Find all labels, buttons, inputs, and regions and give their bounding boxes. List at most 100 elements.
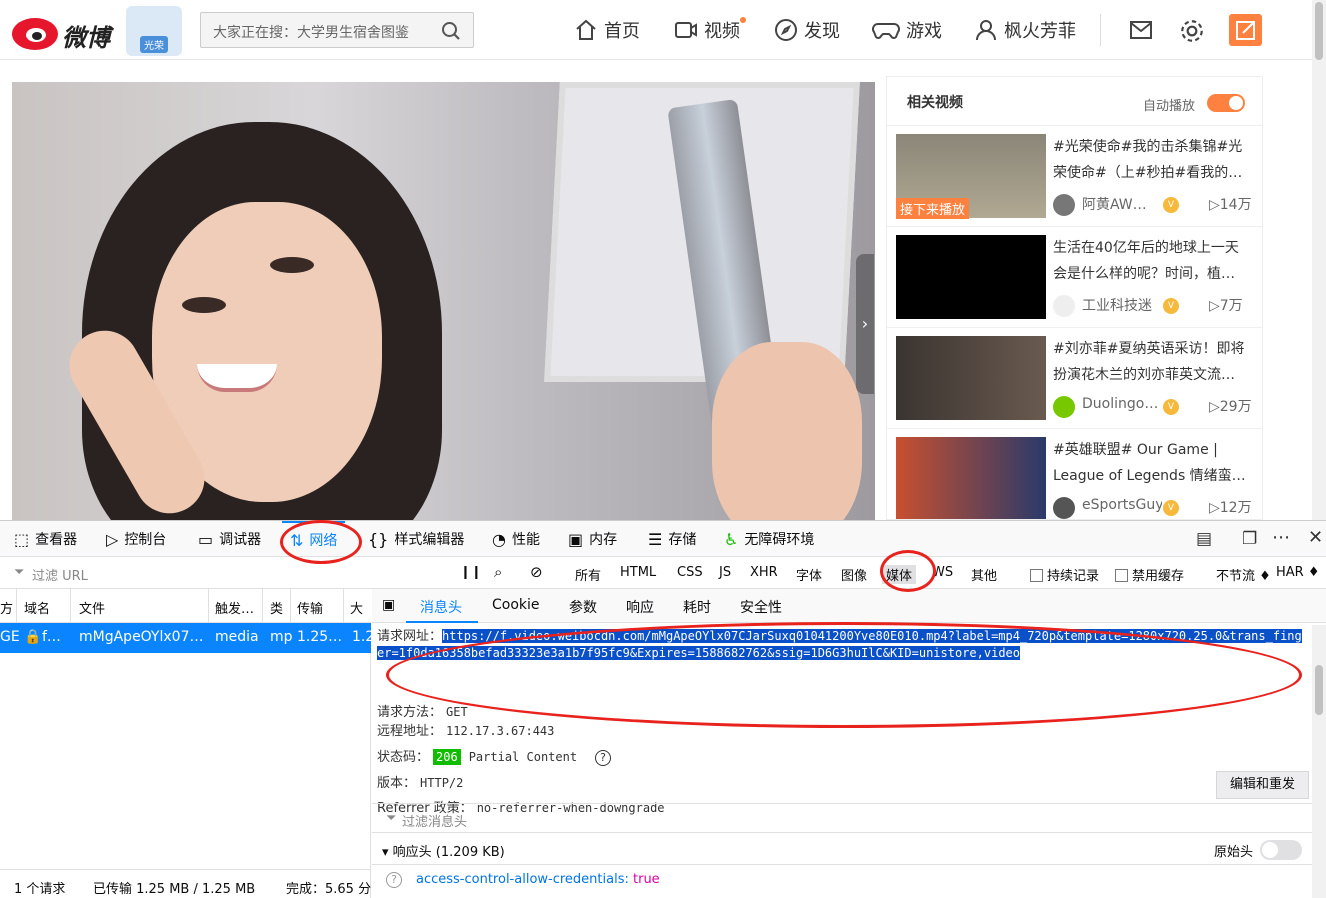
responsive-mode-icon[interactable]: ▤: [1196, 529, 1212, 549]
more-options-icon[interactable]: ⋯: [1272, 527, 1290, 548]
disable-cache-checkbox[interactable]: 禁用缓存: [1115, 565, 1184, 584]
nav-video[interactable]: 视频: [674, 16, 740, 44]
autoplay-toggle[interactable]: [1207, 94, 1245, 112]
column-type[interactable]: 类: [270, 598, 283, 617]
type-filter-css[interactable]: CSS: [677, 565, 703, 580]
scrollbar-thumb[interactable]: [1315, 2, 1323, 60]
avatar[interactable]: [1053, 295, 1075, 317]
throttling-select[interactable]: 不节流 ♦: [1216, 565, 1271, 584]
response-headers-section[interactable]: ▾ 响应头 (1.209 KB) 原始头: [372, 833, 1326, 865]
avatar[interactable]: [1053, 194, 1075, 216]
type-filter-js[interactable]: JS: [719, 565, 731, 580]
compose-button[interactable]: [1229, 14, 1262, 46]
tab-console[interactable]: ▷ 控制台: [106, 521, 166, 557]
scrollbar-thumb[interactable]: [1315, 665, 1323, 715]
chevron-down-icon: ▾: [382, 845, 393, 860]
remote-label: 远程地址：: [377, 724, 443, 739]
weibo-logo[interactable]: 微博 光荣: [8, 6, 183, 58]
help-icon[interactable]: ?: [595, 750, 612, 766]
nav-profile[interactable]: 枫火芳菲: [974, 16, 1076, 44]
tab-performance[interactable]: ◔ 性能: [492, 521, 540, 557]
tab-style-editor[interactable]: {} 样式编辑器: [368, 521, 464, 557]
video-title[interactable]: 生活在40亿年后的地球上一天会是什么样的呢？时间，植…: [1053, 235, 1248, 287]
type-filter-other[interactable]: 其他: [971, 565, 997, 584]
weibo-header: 微博 光荣 大家正在搜：大学男生宿舍图鉴 首页 视频 发现 游戏 枫火芳菲: [0, 0, 1312, 60]
search-icon[interactable]: ⌕: [494, 563, 502, 581]
search-icon[interactable]: [441, 21, 461, 41]
mail-icon[interactable]: [1129, 18, 1153, 42]
mascot-icon[interactable]: 光荣: [126, 6, 182, 56]
column-domain[interactable]: 域名: [24, 598, 50, 617]
tab-memory[interactable]: ▣ 内存: [568, 521, 617, 557]
video-author[interactable]: Duolingo…: [1082, 396, 1162, 412]
user-icon: [976, 20, 996, 41]
column-divider: [290, 589, 291, 623]
video-title[interactable]: #刘亦菲#夏纳英语采访！即将扮演花木兰的刘亦菲英文流…: [1053, 336, 1248, 388]
search-box[interactable]: 大家正在搜：大学男生宿舍图鉴: [200, 12, 474, 48]
type-filter-html[interactable]: HTML: [620, 565, 656, 580]
pause-icon[interactable]: ❙❙: [460, 565, 482, 580]
page-scrollbar[interactable]: [1312, 0, 1326, 520]
column-method[interactable]: 方: [0, 598, 13, 617]
column-cause[interactable]: 触发…: [215, 598, 254, 617]
search-input[interactable]: 大家正在搜：大学男生宿舍图鉴: [213, 22, 409, 42]
tab-security[interactable]: 安全性: [740, 597, 782, 617]
gear-icon[interactable]: [1179, 18, 1205, 44]
type-filter-fonts[interactable]: 字体: [796, 565, 822, 584]
video-player[interactable]: ›: [12, 82, 875, 520]
nav-discover[interactable]: 发现: [774, 16, 840, 44]
type-filter-xhr[interactable]: XHR: [750, 565, 778, 580]
details-scrollbar[interactable]: [1312, 625, 1326, 898]
video-author[interactable]: 阿黄AW…: [1082, 194, 1162, 214]
raw-headers-toggle[interactable]: [1260, 840, 1302, 860]
dock-icon[interactable]: ❐: [1242, 529, 1257, 549]
filter-headers-placeholder: 过滤消息头: [402, 815, 468, 830]
type-filter-images[interactable]: 图像: [841, 565, 867, 584]
video-thumbnail[interactable]: [896, 235, 1046, 319]
related-video-item[interactable]: #刘亦菲#夏纳英语采访！即将扮演花木兰的刘亦菲英文流… Duolingo… V …: [887, 327, 1262, 428]
tab-inspector[interactable]: ⬚ 查看器: [14, 521, 77, 557]
column-transferred[interactable]: 传输: [297, 598, 323, 617]
sidebar-toggle-icon[interactable]: ▣: [382, 597, 395, 613]
tab-cookies[interactable]: Cookie: [492, 597, 540, 613]
filter-url-input[interactable]: 过滤 URL: [32, 565, 88, 584]
response-headers-title[interactable]: ▾ 响应头 (1.209 KB): [382, 841, 505, 860]
persist-logs-checkbox[interactable]: 持续记录: [1030, 565, 1099, 584]
video-frame-eye: [182, 297, 226, 313]
video-thumbnail[interactable]: [896, 336, 1046, 420]
related-video-item[interactable]: 接下来播放 #光荣使命#我的击杀集锦#光荣使命#（上#秒拍#看我的… 阿黄AW……: [887, 125, 1262, 226]
close-icon[interactable]: ✕: [1308, 527, 1323, 548]
tab-params[interactable]: 参数: [569, 597, 597, 617]
avatar[interactable]: [1053, 497, 1075, 519]
related-video-item[interactable]: 生活在40亿年后的地球上一天会是什么样的呢？时间，植… 工业科技迷 V ▷7万: [887, 226, 1262, 327]
help-icon[interactable]: ?: [386, 872, 402, 888]
filter-headers-input[interactable]: ⏷ 过滤消息头: [372, 803, 1326, 833]
remote-address-row: 远程地址： 112.17.3.67:443: [377, 720, 554, 739]
video-author[interactable]: 工业科技迷: [1082, 295, 1162, 315]
avatar[interactable]: [1053, 396, 1075, 418]
video-author[interactable]: eSportsGuy: [1082, 497, 1162, 513]
column-size[interactable]: 大: [350, 598, 363, 617]
video-title[interactable]: #光荣使命#我的击杀集锦#光荣使命#（上#秒拍#看我的…: [1053, 134, 1248, 186]
column-file[interactable]: 文件: [79, 598, 105, 617]
type-filter-all[interactable]: 所有: [575, 565, 601, 584]
clear-icon[interactable]: ⊘: [530, 563, 543, 581]
tab-storage[interactable]: ☰ 存储: [648, 521, 696, 557]
expand-panel-button[interactable]: ›: [856, 254, 874, 394]
up-next-badge: 接下来播放: [896, 198, 970, 219]
video-title[interactable]: #英雄联盟# Our Game | League of Legends 情绪蛮…: [1053, 437, 1248, 489]
nav-home[interactable]: 首页: [574, 16, 640, 44]
tab-debugger[interactable]: ▭ 调试器: [198, 521, 261, 557]
tab-accessibility[interactable]: ♿ 无障碍环境: [724, 521, 814, 557]
disable-cache-check[interactable]: [1115, 569, 1128, 582]
persist-logs-check[interactable]: [1030, 569, 1043, 582]
tab-headers[interactable]: 消息头: [420, 597, 462, 617]
related-video-item[interactable]: #英雄联盟# Our Game | League of Legends 情绪蛮……: [887, 428, 1262, 519]
tab-response[interactable]: 响应: [626, 597, 654, 617]
edit-resend-button[interactable]: 编辑和重发: [1216, 771, 1309, 799]
nav-games[interactable]: 游戏: [872, 16, 942, 44]
tab-timings[interactable]: 耗时: [683, 597, 711, 617]
har-menu[interactable]: HAR ♦: [1276, 565, 1320, 580]
video-thumbnail[interactable]: [896, 437, 1046, 519]
table-row[interactable]: GE 🔒 f… mMgApeOYlx07… media mp 1.25… 1.2: [0, 623, 374, 653]
